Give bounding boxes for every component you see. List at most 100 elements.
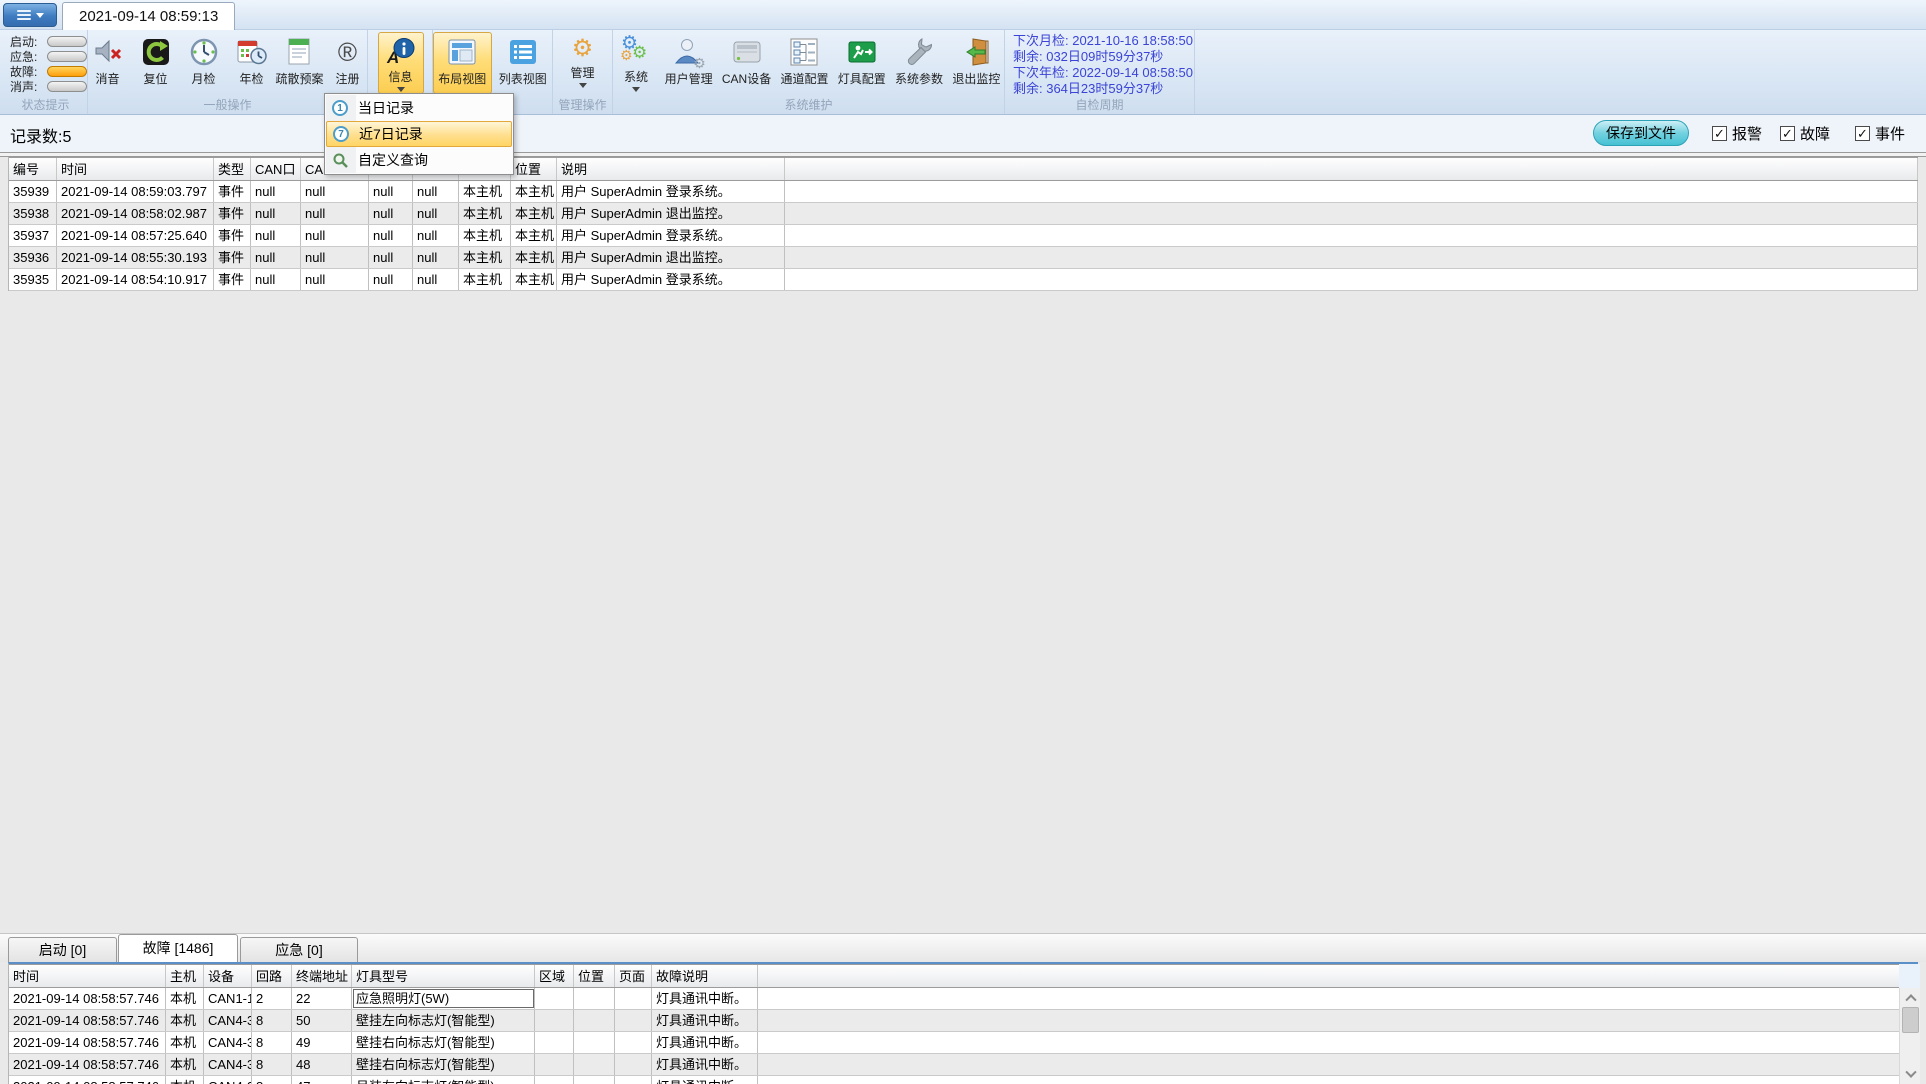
- records-bar: 记录数:5 保存到文件 报警 故障 事件: [0, 115, 1926, 152]
- title-bar: 2021-09-14 08:59:13: [0, 0, 1926, 30]
- checkbox-event[interactable]: [1855, 126, 1870, 141]
- tab-fault[interactable]: 故障 [1486]: [118, 934, 238, 962]
- menu-item-today-records[interactable]: 1 当日记录: [326, 95, 512, 121]
- tab-emergency[interactable]: 应急 [0]: [240, 937, 358, 962]
- yearly-remaining: 剩余: 364日23时59分37秒: [1013, 81, 1164, 96]
- ribbon-group-maintain: ⚙ ⚙ ⚙ 系统 ⚙ 用户管理 CAN设备 通道配置 灯具配置 系统参数 退出监…: [613, 30, 1005, 114]
- chevron-up-icon: [1904, 994, 1917, 1006]
- col-header[interactable]: 故障说明: [652, 965, 758, 987]
- checkbox-fault[interactable]: [1780, 126, 1795, 141]
- table-row[interactable]: 35936 2021-09-14 08:55:30.193 事件 null null nu…: [9, 247, 1918, 269]
- col-header-filler: [758, 965, 1918, 987]
- tab-start[interactable]: 启动 [0]: [8, 937, 117, 962]
- col-header[interactable]: 区域: [535, 965, 574, 987]
- filter-alarm[interactable]: 报警: [1712, 123, 1762, 144]
- col-header[interactable]: 设备: [204, 965, 252, 987]
- group-label-maintain: 系统维护: [784, 98, 833, 112]
- info-icon: A: [386, 36, 416, 66]
- yearly-check-icon: [237, 36, 267, 68]
- can-device-button[interactable]: CAN设备: [718, 32, 775, 94]
- manage-button[interactable]: ⚙ 管理: [560, 32, 606, 94]
- col-header[interactable]: 位置: [574, 965, 615, 987]
- col-header[interactable]: 说明: [557, 158, 785, 180]
- chevron-down-icon: [1904, 1066, 1917, 1078]
- list-view-icon: [508, 36, 538, 68]
- chevron-down-icon: [632, 87, 640, 96]
- channel-config-icon: [789, 36, 819, 68]
- scrollbar-thumb[interactable]: [1902, 1007, 1919, 1033]
- filter-fault[interactable]: 故障: [1780, 123, 1830, 144]
- col-header[interactable]: 时间: [9, 965, 166, 987]
- col-header-filler: [785, 158, 1918, 180]
- system-gears-icon: ⚙ ⚙ ⚙: [620, 33, 648, 63]
- yearly-check-button[interactable]: 年检: [229, 32, 275, 94]
- table-row[interactable]: 2021-09-14 08:58:57.746本机CAN4-3847吊装左向标志…: [9, 1076, 1918, 1084]
- status-fault-indicator: [47, 66, 87, 77]
- table-row[interactable]: 35937 2021-09-14 08:57:25.640 事件 null null nu…: [9, 225, 1918, 247]
- scroll-up-button[interactable]: [1900, 988, 1921, 1006]
- monthly-check-button[interactable]: 月检: [181, 32, 227, 94]
- mute-button[interactable]: 消音: [85, 32, 131, 94]
- table-row[interactable]: 2021-09-14 08:58:57.746 本机 CAN4-3 8 49 壁挂右向标志…: [9, 1032, 1918, 1054]
- reset-button[interactable]: 复位: [133, 32, 179, 94]
- evacuation-plan-button[interactable]: 疏散预案: [276, 32, 324, 94]
- ribbon-toolbar: 启动: 应急: 故障: 消声: 状态提示 消音 复位 月检 年检 疏散预案 ® …: [0, 30, 1926, 115]
- system-params-button[interactable]: 系统参数: [891, 32, 946, 94]
- group-label-manage: 管理操作: [558, 98, 607, 112]
- channel-config-button[interactable]: 通道配置: [777, 32, 832, 94]
- lamp-config-button[interactable]: 灯具配置: [834, 32, 889, 94]
- exit-monitor-button[interactable]: 退出监控: [949, 32, 1004, 94]
- system-params-icon: [904, 36, 934, 68]
- info-button[interactable]: A 信息: [377, 32, 424, 94]
- ribbon-group-manage: ⚙ 管理 管理操作: [553, 30, 613, 114]
- app-menu-icon: [16, 8, 31, 22]
- register-button[interactable]: ® 注册: [325, 32, 371, 94]
- register-icon: ®: [337, 37, 358, 67]
- info-dropdown-menu: 1 当日记录 7 近7日记录 自定义查询: [324, 93, 514, 175]
- col-header[interactable]: 终端地址: [292, 965, 352, 987]
- col-header[interactable]: 灯具型号: [352, 965, 535, 987]
- app-menu-button[interactable]: [3, 3, 57, 27]
- bottom-tab-bar: 启动 [0] 故障 [1486] 应急 [0]: [0, 933, 1926, 962]
- col-header[interactable]: 回路: [252, 965, 292, 987]
- menu-item-custom-query[interactable]: 自定义查询: [326, 147, 512, 173]
- checkbox-alarm[interactable]: [1712, 126, 1727, 141]
- table-row[interactable]: 35938 2021-09-14 08:58:02.987 事件 null null nu…: [9, 203, 1918, 225]
- col-header[interactable]: 页面: [615, 965, 652, 987]
- filter-event[interactable]: 事件: [1855, 123, 1905, 144]
- col-header[interactable]: 主机: [166, 965, 204, 987]
- ribbon-group-selfcheck: 下次月检: 2021-10-16 18:58:50 剩余: 032日09时59分…: [1005, 30, 1195, 114]
- ribbon-group-status: 启动: 应急: 故障: 消声: 状态提示: [4, 30, 88, 114]
- layout-view-button[interactable]: 布局视图: [433, 32, 492, 94]
- group-label-status: 状态提示: [21, 98, 70, 112]
- focused-cell: 应急照明灯(5W): [352, 988, 535, 1009]
- col-header[interactable]: 位置: [511, 158, 557, 180]
- records-table: 编号 时间 类型 CAN口 CAN地址 区域 位置 说明 359392021-0…: [8, 157, 1918, 291]
- search-icon: [332, 152, 348, 168]
- speaker-mute-icon: [93, 36, 123, 68]
- status-silence-label: 消声:: [10, 80, 38, 94]
- group-label-selfcheck: 自检周期: [1075, 98, 1124, 112]
- records-table-header: 编号 时间 类型 CAN口 CAN地址 区域 位置 说明: [9, 157, 1918, 181]
- next-monthly-check: 下次月检: 2021-10-16 18:58:50: [1013, 33, 1193, 48]
- menu-item-last7days-records[interactable]: 7 近7日记录: [326, 121, 512, 147]
- record-count: 记录数:5: [10, 129, 72, 146]
- table-row[interactable]: 2021-09-14 08:58:57.746 本机 CAN4-3 8 48 壁挂右向标志…: [9, 1054, 1918, 1076]
- save-to-file-button[interactable]: 保存到文件: [1593, 120, 1689, 146]
- fault-table: 时间 主机 设备 回路 终端地址 灯具型号 区域 位置 页面 故障说明 2021…: [8, 962, 1918, 1084]
- system-button[interactable]: ⚙ ⚙ ⚙ 系统: [613, 32, 659, 94]
- exit-monitor-icon: [961, 36, 991, 68]
- table-row[interactable]: 2021-09-14 08:58:57.746 本机 CAN4-3 8 50 壁挂左向标志…: [9, 1010, 1918, 1032]
- user-manage-button[interactable]: ⚙ 用户管理: [661, 32, 716, 94]
- vertical-scrollbar[interactable]: [1899, 988, 1920, 1084]
- list-view-button[interactable]: 列表视图: [494, 32, 553, 94]
- table-row[interactable]: 2021-09-14 08:58:57.746 本机 CAN1-1 2 22 应急照明灯(…: [9, 988, 1918, 1010]
- col-header[interactable]: 编号: [9, 158, 57, 180]
- col-header[interactable]: CAN口: [251, 158, 301, 180]
- manage-gear-icon: ⚙: [571, 35, 594, 62]
- col-header[interactable]: 类型: [214, 158, 251, 180]
- scroll-down-button[interactable]: [1900, 1066, 1921, 1084]
- table-row[interactable]: 35939 2021-09-14 08:59:03.797 事件 null null nu…: [9, 181, 1918, 203]
- table-row[interactable]: 35935 2021-09-14 08:54:10.917 事件 null null nu…: [9, 269, 1918, 291]
- col-header[interactable]: 时间: [57, 158, 214, 180]
